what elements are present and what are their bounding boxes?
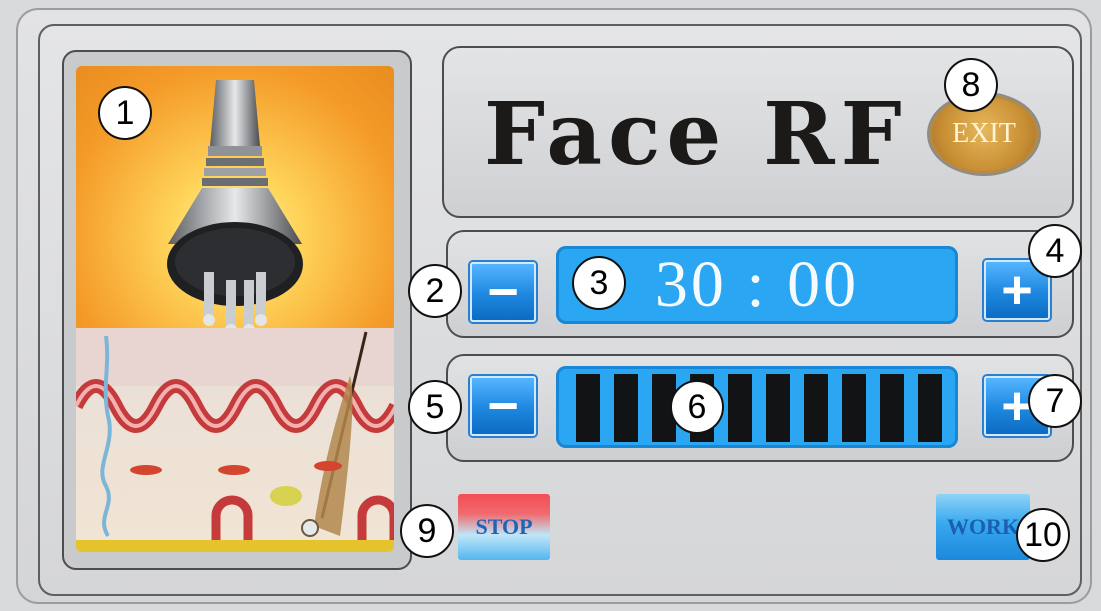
intensity-bar (804, 374, 828, 442)
callout-4: 4 (1028, 224, 1082, 278)
timer-decrease-button[interactable]: − (470, 262, 536, 322)
stop-button[interactable]: STOP (458, 494, 550, 560)
intensity-bar (842, 374, 866, 442)
intensity-bar (918, 374, 942, 442)
callout-10: 10 (1016, 508, 1070, 562)
callout-7: 7 (1028, 374, 1082, 428)
page-title: Face RF (484, 84, 908, 185)
intensity-bar (614, 374, 638, 442)
callout-8: 8 (944, 58, 998, 112)
callout-3: 3 (572, 256, 626, 310)
intensity-level-bars (576, 374, 942, 442)
callout-6: 6 (670, 380, 724, 434)
intensity-bar (880, 374, 904, 442)
callout-5: 5 (408, 380, 462, 434)
callout-1: 1 (98, 86, 152, 140)
intensity-bar (728, 374, 752, 442)
intensity-bar (576, 374, 600, 442)
callout-2: 2 (408, 264, 462, 318)
work-button[interactable]: WORK (936, 494, 1030, 560)
callout-9: 9 (400, 504, 454, 558)
intensity-decrease-button[interactable]: − (470, 376, 536, 436)
intensity-bar (766, 374, 790, 442)
